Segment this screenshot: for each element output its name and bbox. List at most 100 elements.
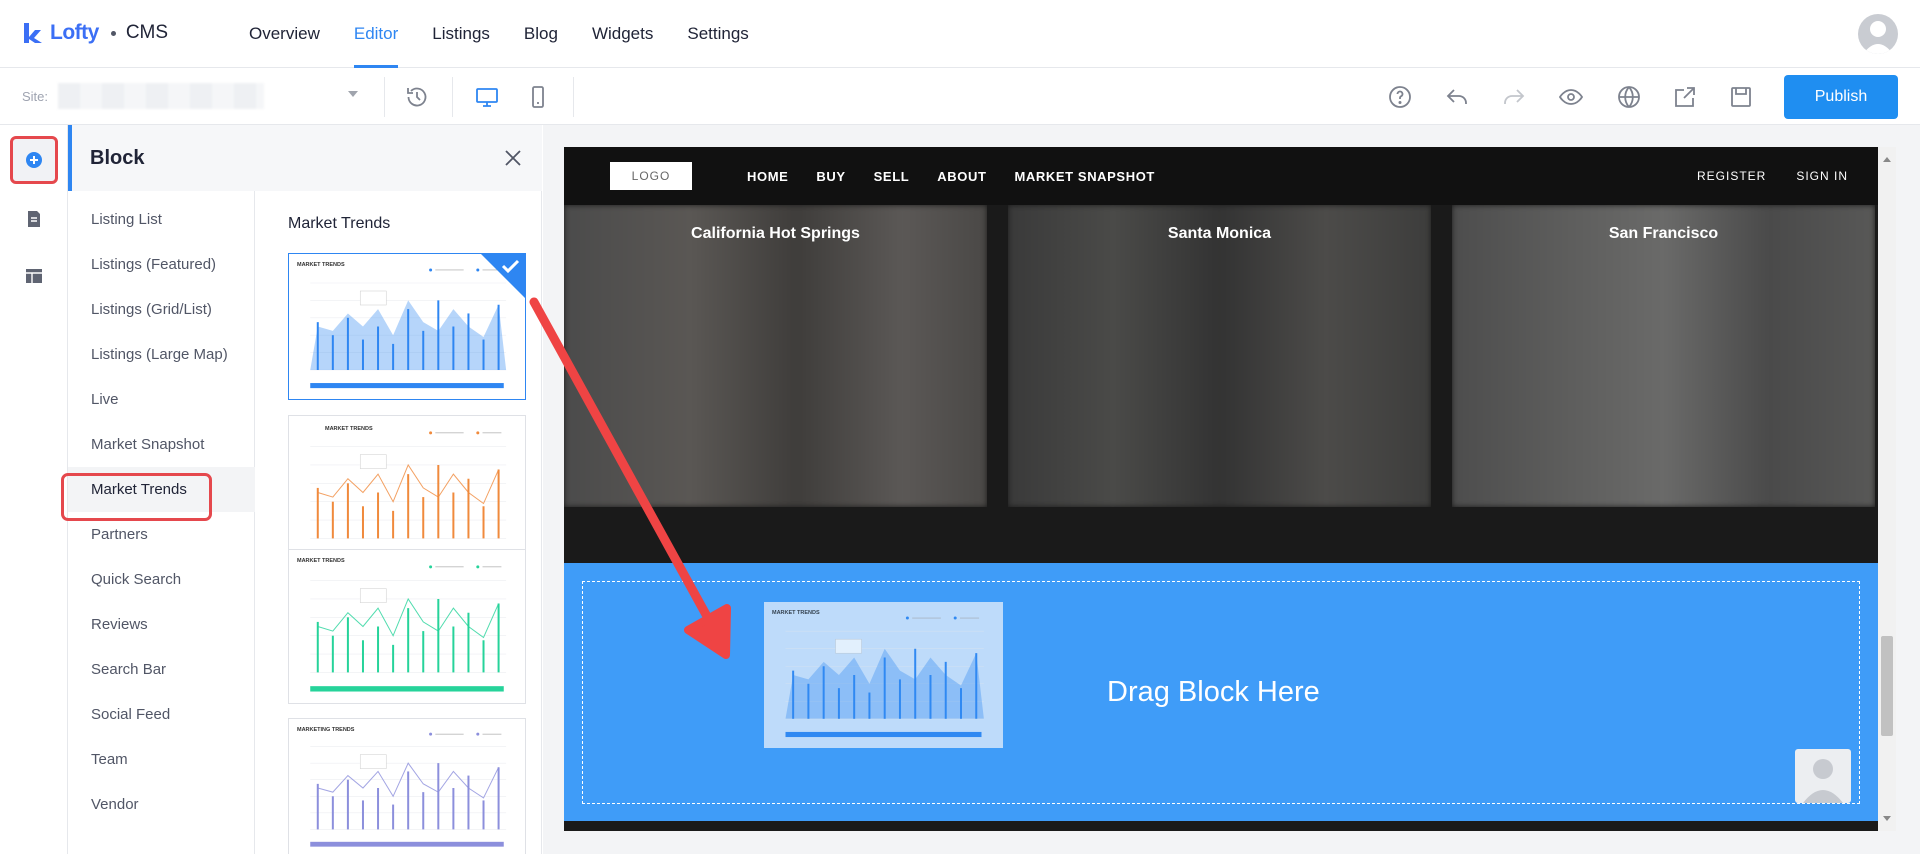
brand-name: Lofty: [50, 21, 99, 44]
preview-scrollbar[interactable]: [1878, 147, 1896, 831]
mobile-icon[interactable]: [524, 83, 552, 111]
thumbnail-title: MARKET TRENDS: [297, 262, 345, 268]
block-thumbnail-3[interactable]: MARKET TRENDS: [288, 549, 526, 704]
website-menu-sell[interactable]: SELL: [874, 169, 910, 184]
market-trends-highlight: [61, 473, 212, 521]
website-menu: HOME BUY SELL ABOUT MARKET SNAPSHOT: [747, 147, 1183, 205]
selected-check-icon: [481, 254, 525, 298]
category-team[interactable]: Team: [68, 737, 255, 782]
thumbnail-title: MARKET TRENDS: [772, 610, 820, 616]
block-thumbnail-4[interactable]: MARKETING TRENDS: [288, 718, 526, 854]
city-card[interactable]: California Hot Springs: [564, 205, 987, 507]
site-label: Site:: [22, 89, 49, 104]
thumbnail-title: MARKET TRENDS: [325, 426, 373, 432]
cms-editor: Lofty CMS Overview Editor Listings Blog …: [0, 0, 1920, 854]
pages-button[interactable]: [10, 195, 58, 243]
layout-icon: [26, 269, 42, 283]
share-icon[interactable]: [1671, 83, 1699, 111]
block-thumbnail-1[interactable]: MARKET TRENDS: [288, 253, 526, 400]
main-nav: Overview Editor Listings Blog Widgets Se…: [232, 0, 766, 68]
help-icon[interactable]: [1386, 83, 1414, 111]
city-image: [564, 205, 987, 507]
thumbnail-title: MARKET TRENDS: [297, 558, 345, 564]
nav-overview[interactable]: Overview: [232, 0, 337, 68]
top-bar: Lofty CMS Overview Editor Listings Blog …: [0, 0, 1920, 68]
scroll-thumb[interactable]: [1881, 636, 1893, 736]
block-preview-list: Market Trends MARKET TRENDS MARKET TREND…: [278, 191, 588, 854]
preview-heading: Market Trends: [288, 215, 391, 232]
category-listings-large-map[interactable]: Listings (Large Map): [68, 332, 255, 377]
website-logo[interactable]: LOGO: [610, 162, 692, 190]
toolbar-divider: [384, 77, 385, 117]
user-icon: [1863, 21, 1893, 54]
globe-icon[interactable]: [1615, 83, 1643, 111]
site-selector-value[interactable]: [58, 83, 264, 109]
website-menu-market-snapshot[interactable]: MARKET SNAPSHOT: [1015, 169, 1155, 184]
add-block-icon: [26, 152, 42, 168]
add-block-button[interactable]: [10, 136, 58, 184]
toolbar-divider: [573, 77, 574, 117]
drop-zone-label: Drag Block Here: [1107, 676, 1320, 708]
user-avatar[interactable]: [1858, 14, 1898, 54]
publish-button[interactable]: Publish: [1784, 75, 1898, 119]
block-panel-header: Block: [68, 125, 542, 191]
category-reviews[interactable]: Reviews: [68, 602, 255, 647]
toolbar-divider: [452, 77, 453, 117]
city-name: Santa Monica: [1167, 225, 1272, 242]
city-card[interactable]: Santa Monica: [1008, 205, 1431, 507]
website-sign-in[interactable]: SIGN IN: [1796, 169, 1848, 183]
lofty-logo-icon: [24, 23, 42, 43]
scroll-down-icon[interactable]: [1883, 816, 1891, 821]
brand[interactable]: Lofty CMS: [22, 18, 168, 48]
website-register[interactable]: REGISTER: [1697, 169, 1766, 183]
city-name: San Francisco: [1608, 225, 1719, 242]
brand-separator: [110, 30, 116, 36]
dragged-block-preview[interactable]: MARKET TRENDS: [764, 602, 1003, 748]
city-name: California Hot Springs: [691, 225, 860, 242]
redo-icon[interactable]: [1500, 83, 1528, 111]
block-category-list: Listing List Listings (Featured) Listing…: [68, 191, 255, 854]
category-listings-grid-list[interactable]: Listings (Grid/List): [68, 287, 255, 332]
nav-listings[interactable]: Listings: [415, 0, 507, 68]
desktop-icon[interactable]: [473, 83, 501, 111]
caret-down-icon[interactable]: [348, 91, 358, 97]
history-icon[interactable]: [403, 83, 431, 111]
nav-blog[interactable]: Blog: [507, 0, 575, 68]
website-menu-home[interactable]: HOME: [747, 169, 788, 184]
nav-settings[interactable]: Settings: [670, 0, 765, 68]
category-market-snapshot[interactable]: Market Snapshot: [68, 422, 255, 467]
website-menu-buy[interactable]: BUY: [816, 169, 845, 184]
category-social-feed[interactable]: Social Feed: [68, 692, 255, 737]
nav-widgets[interactable]: Widgets: [575, 0, 670, 68]
save-icon[interactable]: [1727, 83, 1755, 111]
category-listing-list[interactable]: Listing List: [68, 197, 255, 242]
editor-toolbar: Site: Publish: [0, 69, 1920, 125]
left-rail: [0, 125, 68, 854]
block-thumbnail-2[interactable]: MARKET TRENDS: [288, 415, 526, 570]
block-drop-zone[interactable]: MARKET TRENDS Drag Block Here: [564, 563, 1878, 821]
block-panel-title: Block: [90, 147, 145, 169]
pages-icon: [28, 211, 40, 227]
layout-button[interactable]: [10, 252, 58, 300]
thumbnail-title: MARKETING TRENDS: [297, 727, 355, 733]
website-preview: LOGO HOME BUY SELL ABOUT MARKET SNAPSHOT…: [564, 147, 1878, 831]
preview-icon[interactable]: [1557, 83, 1585, 111]
user-icon: [1803, 759, 1843, 803]
category-listings-featured[interactable]: Listings (Featured): [68, 242, 255, 287]
category-vendor[interactable]: Vendor: [68, 782, 255, 827]
city-image: [1452, 205, 1875, 507]
undo-icon[interactable]: [1443, 83, 1471, 111]
city-image: [1008, 205, 1431, 507]
city-card[interactable]: San Francisco: [1452, 205, 1875, 507]
category-search-bar[interactable]: Search Bar: [68, 647, 255, 692]
scroll-up-icon[interactable]: [1883, 157, 1891, 162]
category-live[interactable]: Live: [68, 377, 255, 422]
close-icon[interactable]: [502, 147, 524, 169]
website-menu-about[interactable]: ABOUT: [937, 169, 986, 184]
agent-avatar: [1795, 749, 1851, 803]
website-nav: LOGO HOME BUY SELL ABOUT MARKET SNAPSHOT…: [564, 147, 1878, 205]
category-quick-search[interactable]: Quick Search: [68, 557, 255, 602]
nav-editor[interactable]: Editor: [337, 0, 415, 68]
website-auth: REGISTER SIGN IN: [1667, 147, 1848, 205]
product-name: CMS: [125, 22, 169, 43]
